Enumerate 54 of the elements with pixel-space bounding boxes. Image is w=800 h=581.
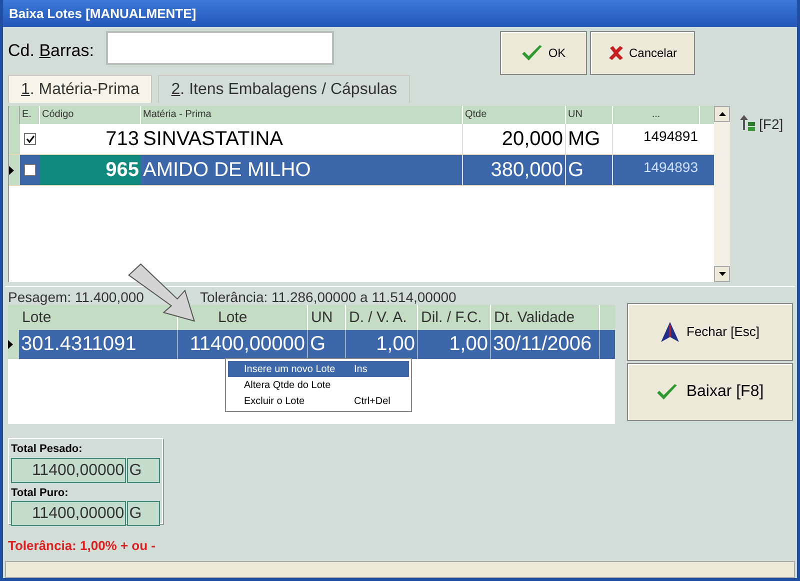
table-cell: MG xyxy=(566,124,613,154)
down-triangle-icon xyxy=(718,272,726,276)
unit-field: G xyxy=(127,458,160,483)
window-title: Baixa Lotes [MANUALMENTE] xyxy=(9,4,196,23)
close-icon xyxy=(608,45,624,61)
table-cell-text: 1494891 xyxy=(642,127,699,146)
barcode-label: Cd. Barras: xyxy=(8,40,95,62)
table-cell: AMIDO DE MILHO xyxy=(141,155,463,186)
up-triangle-icon xyxy=(718,112,726,116)
tab[interactable]: 2. Itens Embalagens / Cápsulas xyxy=(158,75,410,104)
menu-item[interactable]: Insere um novo Lote Ins xyxy=(228,361,409,377)
table-cell-text: 1494893 xyxy=(642,158,699,178)
table-cell: 301.4311091 xyxy=(19,330,178,360)
f2-shortcut-label: [F2] xyxy=(759,115,784,134)
table-cell-text: 713 xyxy=(104,127,140,152)
tolerance-note: Tolerância: 1,00% + ou - xyxy=(8,537,157,556)
close-button[interactable]: Fechar [Esc] xyxy=(627,303,793,362)
table-row[interactable]: 713 SINVASTATINA 20,000 MG 1494891 xyxy=(9,124,714,156)
total-value-field: 11400,00000 xyxy=(11,458,126,483)
table-row[interactable]: 301.4311091 11400,00000 G 1,00 1,00 30/11/2006 xyxy=(8,330,615,360)
unit-field: G xyxy=(127,501,160,526)
menu-item[interactable]: Excluir o Lote Ctrl+Del xyxy=(228,393,409,409)
table-cell: 965 xyxy=(40,155,141,186)
shortcut-label: Ins xyxy=(354,362,368,376)
cancel-button[interactable]: Cancelar xyxy=(590,31,695,75)
table-cell: 1,00 xyxy=(418,330,491,360)
total-label: Total Pesado: xyxy=(11,442,84,458)
barcode-field[interactable] xyxy=(106,31,334,65)
tolerance-range-label: Tolerância: 11.286,00000 a 11.514,00000 xyxy=(200,288,456,304)
table-cell: G xyxy=(566,155,613,186)
row-pointer-icon xyxy=(9,166,14,175)
checkbox[interactable] xyxy=(24,133,36,146)
scroll-down-button[interactable] xyxy=(714,266,730,282)
table-cell: 20,000 xyxy=(463,124,566,154)
table-cell: SINVASTATINA xyxy=(141,124,463,154)
table-cell: 380,000 xyxy=(463,155,566,186)
row-pointer-icon xyxy=(8,340,13,350)
arrowhead-icon xyxy=(660,322,679,342)
tab[interactable]: 1. Matéria-Prima xyxy=(8,75,152,104)
scrollbar[interactable] xyxy=(714,106,730,282)
table-row[interactable]: 965 AMIDO DE MILHO 380,000 G 1494893 xyxy=(9,155,714,186)
check-icon xyxy=(656,383,678,401)
ok-button[interactable]: OK xyxy=(500,31,587,75)
checkbox[interactable] xyxy=(24,164,36,176)
menu-item[interactable]: Altera Qtde do Lote xyxy=(228,377,409,393)
check-icon xyxy=(521,44,544,62)
total-label: Total Puro: xyxy=(11,486,70,501)
sort-icon xyxy=(738,114,756,132)
shortcut-label: Ctrl+Del xyxy=(354,394,390,408)
scroll-up-button[interactable] xyxy=(714,106,730,122)
total-value-field: 11400,00000 xyxy=(11,501,126,526)
confirm-button[interactable]: Baixar [F8] xyxy=(627,363,793,422)
weighing-label: Pesagem: 11.400,000 xyxy=(8,288,144,304)
table-cell: 30/11/2006 xyxy=(491,330,600,360)
